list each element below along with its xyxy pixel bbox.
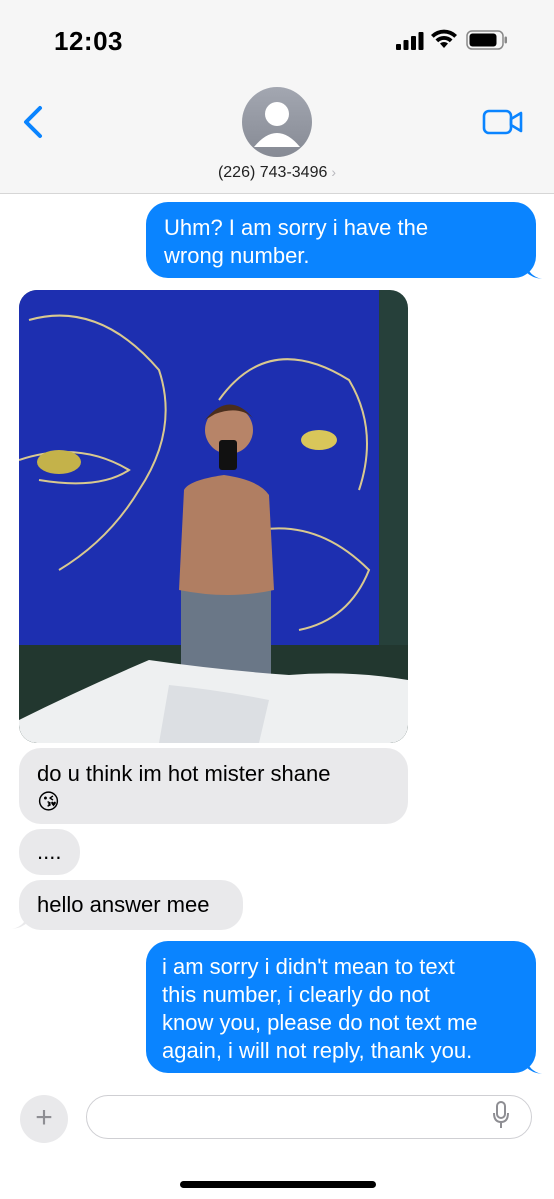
signal-icon bbox=[396, 32, 424, 50]
back-chevron-icon[interactable] bbox=[20, 104, 48, 140]
plus-icon[interactable]: + bbox=[20, 1095, 68, 1143]
photo-message[interactable] bbox=[19, 290, 408, 743]
emoji: 😘 bbox=[37, 789, 60, 814]
message-bubble-outgoing[interactable]: i am sorry i didn't mean to text this nu… bbox=[146, 941, 536, 1073]
avatar-icon[interactable] bbox=[242, 87, 312, 157]
message-line: i am sorry i didn't mean to text bbox=[162, 954, 455, 979]
chevron-right-icon: › bbox=[331, 164, 337, 180]
contact-name[interactable]: (226) 743-3496 › bbox=[0, 164, 554, 182]
message-input-field[interactable] bbox=[86, 1095, 532, 1139]
microphone-icon[interactable] bbox=[492, 1101, 510, 1129]
home-indicator[interactable] bbox=[180, 1181, 376, 1188]
message-bubble-incoming[interactable]: hello answer mee bbox=[19, 880, 243, 930]
bubble-tail bbox=[526, 262, 542, 279]
battery-icon bbox=[466, 30, 507, 50]
video-camera-icon[interactable] bbox=[482, 108, 524, 136]
bubble-tail bbox=[12, 912, 28, 929]
bubble-tail bbox=[526, 1057, 542, 1074]
message-line: .... bbox=[37, 839, 62, 864]
message-bubble-outgoing[interactable]: Uhm? I am sorry i have the wrong number. bbox=[146, 202, 536, 278]
conversation-header: (226) 743-3496 › bbox=[0, 80, 554, 194]
message-bubble-incoming[interactable]: .... bbox=[19, 829, 80, 875]
wifi-icon bbox=[431, 29, 457, 48]
message-line: again, i will not reply, thank you. bbox=[162, 1038, 473, 1063]
status-bar: 12:03 bbox=[0, 0, 554, 80]
contact-number: (226) 743-3496 bbox=[217, 164, 328, 181]
status-time: 12:03 bbox=[54, 26, 123, 56]
message-line: hello answer mee bbox=[37, 892, 210, 917]
message-line: wrong number. bbox=[164, 243, 310, 268]
message-line: this number, i clearly do not bbox=[162, 982, 430, 1007]
message-input[interactable] bbox=[103, 1104, 487, 1132]
message-bubble-incoming[interactable]: do u think im hot mister shane 😘 bbox=[19, 748, 408, 824]
message-line: do u think im hot mister shane bbox=[37, 761, 331, 786]
message-line: know you, please do not text me bbox=[162, 1010, 478, 1035]
message-line: Uhm? I am sorry i have the bbox=[164, 215, 429, 240]
